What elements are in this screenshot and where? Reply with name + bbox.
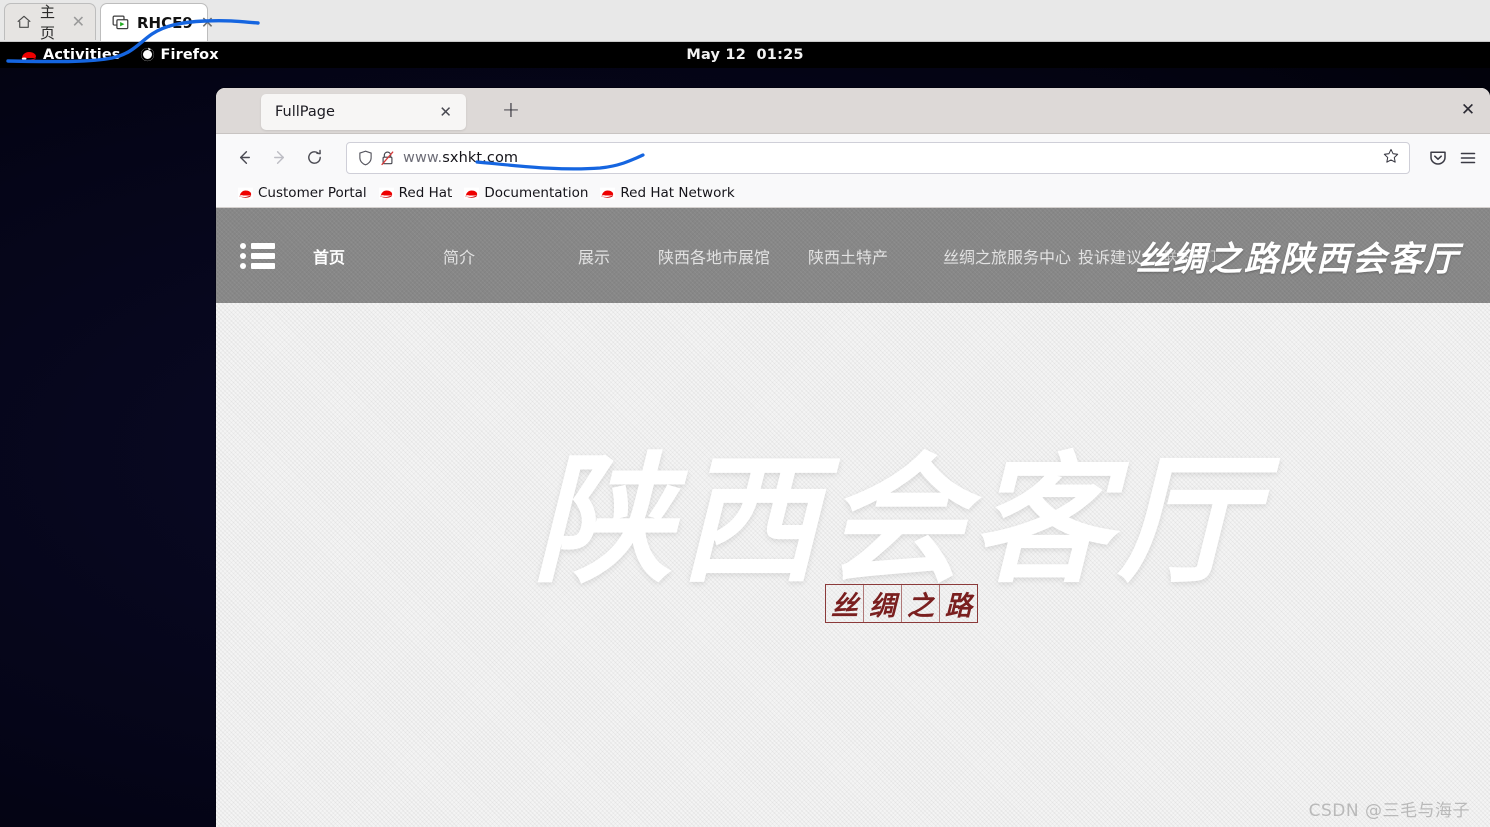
browser-toolbar-right xyxy=(1418,148,1478,168)
bookmark-item[interactable]: Customer Portal xyxy=(232,184,373,202)
vm-viewer-tab-bar: 主页 ✕ RHCE9 ✕ xyxy=(0,0,1490,42)
site-menu-item-specialty[interactable]: 陕西土特产 xyxy=(808,244,943,268)
redhat-favicon xyxy=(238,187,253,200)
bookmark-item[interactable]: Red Hat Network xyxy=(594,184,740,202)
bookmark-label: Documentation xyxy=(484,185,589,201)
shield-icon[interactable] xyxy=(358,150,373,166)
bookmark-item[interactable]: Red Hat xyxy=(373,184,459,202)
hamburger-menu-icon[interactable] xyxy=(1458,148,1478,168)
hero-section: 陕西会客厅 丝 绸 之 路 xyxy=(216,303,1490,827)
new-tab-button[interactable]: + xyxy=(498,99,524,125)
bookmarks-bar: Customer Portal Red Hat Documentation Re… xyxy=(216,181,1490,208)
url-bar[interactable]: www.sxhkt.com xyxy=(346,141,1410,174)
back-button[interactable] xyxy=(228,142,260,174)
close-tab-icon[interactable]: ✕ xyxy=(435,103,456,121)
site-menu: 首页 简介 展示 陕西各地市展馆 陕西土特产 丝绸之旅服务中心 投诉建议 联系我… xyxy=(313,244,1254,268)
vm-tab-label: 主页 xyxy=(40,3,56,42)
redhat-favicon xyxy=(464,187,480,200)
seal-char: 之 xyxy=(902,584,940,622)
seal-char: 丝 xyxy=(826,584,864,622)
virtual-machine-icon xyxy=(112,15,129,31)
site-navigation-bar: 首页 简介 展示 陕西各地市展馆 陕西土特产 丝绸之旅服务中心 投诉建议 联系我… xyxy=(216,208,1490,303)
lock-crossed-insecure-icon[interactable] xyxy=(380,150,395,166)
redhat-favicon xyxy=(600,187,616,200)
clock-label: May 12 01:25 xyxy=(686,46,804,63)
url-prefix: www. xyxy=(403,149,443,166)
site-menu-item-intro[interactable]: 简介 xyxy=(443,244,578,268)
redhat-favicon xyxy=(378,187,394,200)
list-menu-icon[interactable] xyxy=(240,242,275,269)
url-text: www.sxhkt.com xyxy=(403,150,1383,166)
bookmark-item[interactable]: Documentation xyxy=(458,184,594,202)
pocket-icon[interactable] xyxy=(1428,148,1448,168)
close-icon[interactable]: ✕ xyxy=(201,14,214,31)
seal-char: 绸 xyxy=(864,584,902,622)
vm-tab-rhce9[interactable]: RHCE9 ✕ xyxy=(100,3,214,41)
bookmark-label: Red Hat xyxy=(398,185,453,201)
browser-tab-strip: FullPage ✕ + ✕ xyxy=(216,88,1490,134)
web-page-content: 首页 简介 展示 陕西各地市展馆 陕西土特产 丝绸之旅服务中心 投诉建议 联系我… xyxy=(216,208,1490,827)
site-menu-item-service-center[interactable]: 丝绸之旅服务中心 xyxy=(943,244,1078,268)
site-menu-item-home[interactable]: 首页 xyxy=(313,244,443,268)
arrow-right-icon xyxy=(273,151,284,164)
clock[interactable]: May 12 01:25 xyxy=(0,41,1490,68)
reload-button[interactable] xyxy=(298,142,330,174)
site-menu-item-city-halls[interactable]: 陕西各地市展馆 xyxy=(658,244,808,268)
csdn-watermark: CSDN @三毛与海子 xyxy=(1308,801,1470,821)
bookmark-label: Customer Portal xyxy=(258,185,367,201)
forward-button[interactable] xyxy=(263,142,295,174)
seal-char: 路 xyxy=(945,590,972,622)
screen: Activities Firefox May 12 01:25 FullPage… xyxy=(0,0,1490,827)
browser-tab-title: FullPage xyxy=(275,104,335,120)
url-domain: sxhkt.com xyxy=(442,149,519,166)
firefox-window: FullPage ✕ + ✕ www.sxhkt.com Customer Po… xyxy=(216,88,1490,827)
site-logo[interactable]: 丝绸之路陕西会客厅 xyxy=(1136,231,1460,280)
site-menu-item-exhibit[interactable]: 展示 xyxy=(578,244,658,268)
home-icon xyxy=(16,14,32,30)
bookmark-star-icon[interactable] xyxy=(1383,148,1401,168)
vm-tab-label: RHCE9 xyxy=(137,13,193,32)
vm-tab-home[interactable]: 主页 ✕ xyxy=(4,3,96,42)
close-window-button[interactable]: ✕ xyxy=(1454,99,1482,123)
close-icon[interactable]: ✕ xyxy=(72,14,85,30)
bookmark-label: Red Hat Network xyxy=(620,185,735,201)
reload-icon xyxy=(307,149,321,164)
browser-tab[interactable]: FullPage ✕ xyxy=(261,94,466,130)
hero-seal: 丝 绸 之 路 xyxy=(825,583,978,623)
browser-nav-bar: www.sxhkt.com xyxy=(216,134,1490,181)
arrow-left-icon xyxy=(239,151,250,164)
gnome-top-bar: Activities Firefox May 12 01:25 xyxy=(0,41,1490,68)
